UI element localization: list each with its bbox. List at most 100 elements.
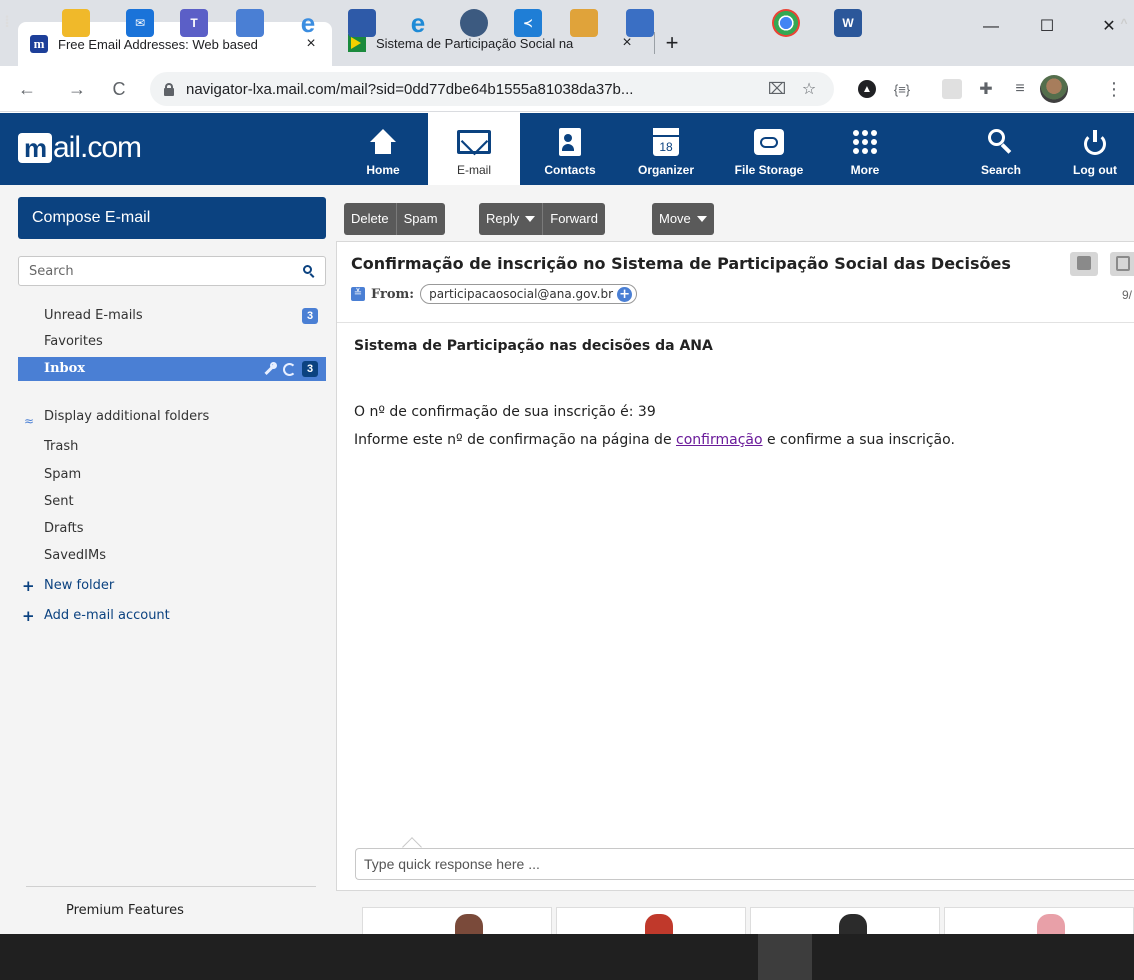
search-input[interactable]: [29, 263, 303, 279]
notes-app-icon[interactable]: [236, 9, 264, 37]
chrome-icon[interactable]: [772, 9, 800, 37]
mail-com-favicon-icon: m: [30, 35, 48, 53]
nav-logout[interactable]: Log out: [1064, 113, 1126, 185]
move-button[interactable]: Move: [652, 203, 714, 235]
folder-label: Inbox: [44, 361, 86, 376]
mail-app-icon[interactable]: ✉: [126, 9, 154, 37]
maximize-button[interactable]: ☐: [1024, 12, 1070, 42]
message-subject: Confirmação de inscrição no Sistema de P…: [351, 254, 1011, 273]
minimize-button[interactable]: —: [968, 12, 1014, 42]
reply-forward-group: Reply Forward: [479, 203, 605, 235]
confirmation-link[interactable]: confirmação: [676, 432, 763, 448]
sidebar-item-drafts[interactable]: Drafts: [18, 517, 326, 541]
reply-button[interactable]: Reply: [479, 203, 544, 235]
sidebar-item-sent[interactable]: Sent: [18, 490, 326, 514]
profile-avatar[interactable]: [1040, 75, 1068, 103]
vpn-app-icon[interactable]: [460, 9, 488, 37]
sender-address: participacaosocial@ana.gov.br: [429, 287, 614, 301]
wrench-icon[interactable]: [263, 362, 277, 376]
folder-search: [18, 256, 326, 286]
nav-organizer[interactable]: 18 Organizer: [624, 113, 708, 185]
reading-list-icon[interactable]: ≡: [1008, 77, 1032, 101]
extension-placeholder-icon[interactable]: [942, 79, 962, 99]
premium-features-link[interactable]: Premium Features: [66, 903, 184, 918]
vscode-icon[interactable]: ≺: [514, 9, 542, 37]
print-button[interactable]: [1070, 252, 1098, 276]
browser-menu-icon[interactable]: ⋮: [1102, 77, 1126, 101]
from-label: From:: [371, 286, 415, 302]
teams-icon[interactable]: T: [180, 9, 208, 37]
lock-icon: [164, 83, 174, 96]
instruction-line: Informe este nº de confirmação na página…: [354, 432, 955, 448]
sidebar-item-favorites[interactable]: Favorites: [18, 330, 326, 354]
back-button[interactable]: ←: [12, 74, 42, 104]
extension-a-icon[interactable]: ▲: [858, 80, 876, 98]
spam-button[interactable]: Spam: [397, 203, 445, 235]
internet-explorer-icon[interactable]: e: [294, 8, 322, 38]
new-folder-label: New folder: [44, 578, 115, 593]
json-viewer-extension-icon[interactable]: {≡}: [890, 77, 914, 101]
folder-label: Unread E-mails: [44, 308, 143, 323]
folder-label: Trash: [44, 439, 79, 454]
nav-label: Organizer: [637, 163, 694, 177]
sidebar-item-trash[interactable]: Trash: [18, 435, 326, 459]
translate-icon[interactable]: ⌧: [766, 79, 788, 99]
nav-more[interactable]: More: [836, 113, 894, 185]
new-folder-link[interactable]: + New folder: [18, 574, 326, 598]
quick-response-input[interactable]: [355, 848, 1134, 880]
task-view-icon[interactable]: ⁞: [0, 9, 14, 37]
sidebar: Compose E-mail Unread E-mails 3 Favorite…: [0, 185, 334, 934]
file-explorer-icon[interactable]: [62, 9, 90, 37]
expand-header-icon[interactable]: ≚: [351, 287, 365, 301]
reply-dropdown-caret-icon[interactable]: [525, 216, 536, 222]
folder-label: Spam: [44, 467, 82, 482]
bookmark-star-icon[interactable]: ☆: [798, 79, 820, 99]
store-icon[interactable]: [626, 9, 654, 37]
header-divider: [337, 322, 1134, 323]
sidebar-item-inbox[interactable]: Inbox 3: [18, 357, 326, 381]
plus-icon: +: [22, 607, 35, 625]
nav-contacts[interactable]: Contacts: [534, 113, 606, 185]
instruction-text-end: e confirme a sua inscrição.: [762, 432, 955, 448]
sidebar-divider: [26, 886, 316, 887]
sender-chip[interactable]: participacaosocial@ana.gov.br +: [420, 284, 638, 304]
sidebar-item-savedims[interactable]: SavedIMs: [18, 544, 326, 568]
nav-file-storage[interactable]: File Storage: [722, 113, 816, 185]
nav-email[interactable]: E-mail: [428, 113, 520, 185]
delete-button[interactable]: Delete: [344, 203, 397, 235]
tray-chevron-icon[interactable]: ^: [1116, 9, 1132, 37]
reload-button[interactable]: C: [104, 74, 134, 104]
toggle-label: Display additional folders: [44, 409, 210, 424]
confirmation-number-line: O nº de confirmação de sua inscrição é: …: [354, 404, 656, 420]
word-icon[interactable]: W: [834, 9, 862, 37]
new-tab-button[interactable]: +: [658, 30, 686, 58]
app-icon[interactable]: [570, 9, 598, 37]
extensions-puzzle-icon[interactable]: ✚: [974, 77, 998, 101]
add-email-account-link[interactable]: + Add e-mail account: [18, 604, 326, 628]
nav-home[interactable]: Home: [356, 113, 410, 185]
compose-email-button[interactable]: Compose E-mail: [18, 197, 326, 239]
logo-m: m: [18, 133, 52, 163]
tab-participacao-social[interactable]: Sistema de Participação Social na ×: [336, 20, 648, 66]
sidebar-item-spam[interactable]: Spam: [18, 463, 326, 487]
forward-button[interactable]: →: [62, 74, 92, 104]
display-additional-folders-toggle[interactable]: ≈ Display additional folders: [18, 405, 326, 429]
sidebar-item-unread[interactable]: Unread E-mails 3: [18, 304, 326, 328]
chevron-up-icon: ≈: [24, 414, 35, 428]
envelope-icon: [457, 130, 491, 154]
address-bar[interactable]: navigator-lxa.mail.com/mail?sid=0dd77dbe…: [150, 72, 834, 106]
add-contact-icon[interactable]: +: [617, 286, 633, 302]
edge-icon[interactable]: e: [404, 8, 432, 38]
contacts-icon: [559, 128, 581, 156]
forward-button[interactable]: Forward: [543, 203, 605, 235]
search-icon[interactable]: [303, 265, 315, 277]
save-button[interactable]: [1110, 252, 1134, 276]
from-row: ≚ From: participacaosocial@ana.gov.br +: [351, 284, 638, 304]
nav-search[interactable]: Search: [972, 113, 1030, 185]
browser-tab-strip: m Free Email Addresses: Web based × Sist…: [0, 0, 1134, 66]
folder-label: Favorites: [44, 334, 103, 349]
remote-desktop-icon[interactable]: [348, 9, 376, 37]
refresh-icon[interactable]: [283, 362, 296, 376]
mail-com-logo[interactable]: m ail.com: [18, 131, 142, 165]
nav-label: Home: [366, 163, 400, 177]
